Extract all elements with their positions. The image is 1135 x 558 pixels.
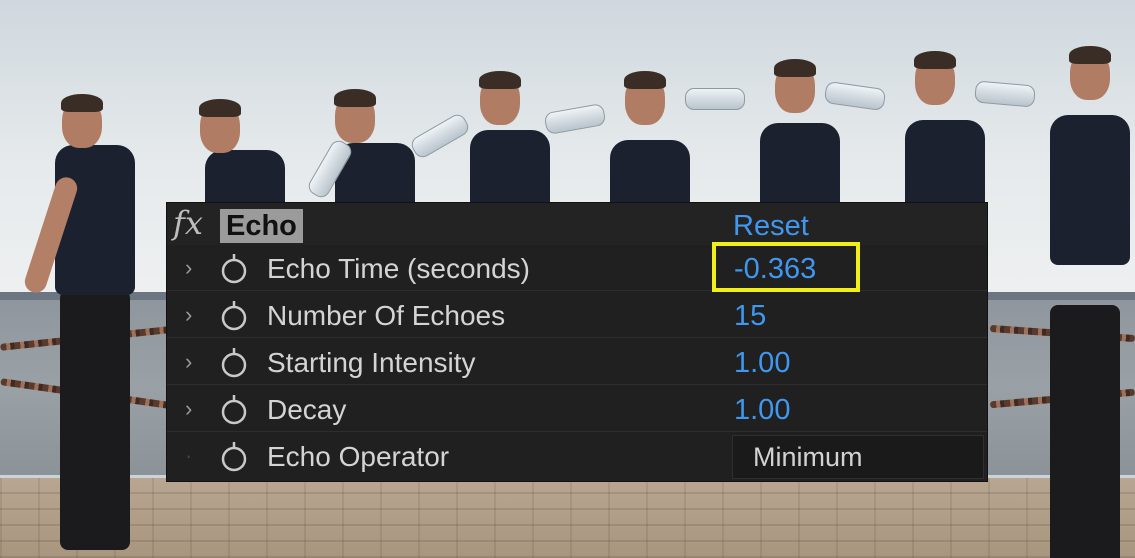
decay-value[interactable]: 1.00 <box>734 392 790 428</box>
reset-button[interactable]: Reset <box>733 209 809 243</box>
property-label: Number Of Echoes <box>267 300 506 331</box>
row-divider <box>167 290 987 291</box>
property-row-echo-time: › Echo Time (seconds) -0.363 <box>167 245 987 291</box>
stopwatch-icon[interactable] <box>219 347 249 379</box>
chevron-right-icon[interactable]: › <box>185 302 192 328</box>
effect-header: fx Echo Reset <box>167 203 987 245</box>
echo-operator-dropdown[interactable]: Minimum <box>732 435 984 479</box>
cobblestone-pavement <box>0 478 1135 558</box>
property-row-decay: › Decay 1.00 <box>167 386 987 432</box>
stopwatch-icon[interactable] <box>219 394 249 426</box>
property-label: Echo Operator <box>267 441 450 472</box>
property-label: Decay <box>267 394 347 425</box>
effect-controls-panel: fx Echo Reset › Echo Time (seconds) -0.3… <box>167 203 987 481</box>
starting-intensity-value[interactable]: 1.00 <box>734 345 790 381</box>
effect-name[interactable]: Echo <box>220 209 303 243</box>
row-divider <box>167 384 987 385</box>
chevron-right-icon[interactable]: › <box>185 396 192 422</box>
stopwatch-icon[interactable] <box>219 253 249 285</box>
property-row-starting-intensity: › Starting Intensity 1.00 <box>167 339 987 385</box>
row-divider <box>167 431 987 432</box>
stopwatch-icon[interactable] <box>219 441 249 473</box>
chevron-right-icon[interactable]: › <box>185 255 192 281</box>
fx-icon[interactable]: fx <box>173 205 203 241</box>
property-label: Starting Intensity <box>267 347 476 378</box>
stopwatch-icon[interactable] <box>219 300 249 332</box>
property-label: Echo Time (seconds) <box>267 253 530 284</box>
row-divider <box>167 337 987 338</box>
chevron-right-icon[interactable]: › <box>185 349 192 375</box>
highlight-box <box>712 242 860 292</box>
property-row-number-of-echoes: › Number Of Echoes 15 <box>167 292 987 338</box>
twirl-placeholder-icon: · <box>185 443 193 468</box>
number-of-echoes-value[interactable]: 15 <box>734 298 766 334</box>
